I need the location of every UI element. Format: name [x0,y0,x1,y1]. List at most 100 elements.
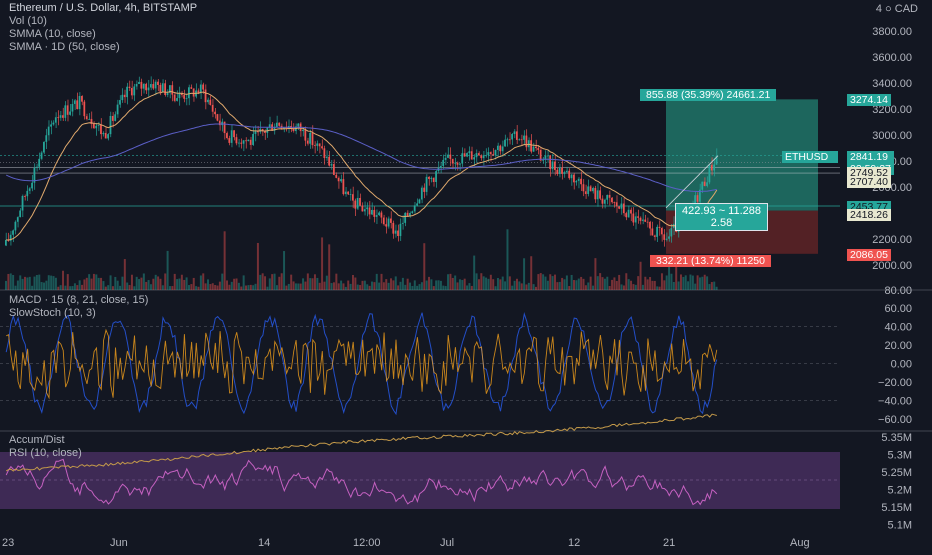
stop-loss-label[interactable]: 332.21 (13.74%) 11250 [650,255,771,267]
volume-bar [563,279,566,290]
price-axis-label: 3000.00 [872,130,912,142]
volume-bar [485,277,488,290]
candle-body [665,238,668,240]
candle-body [608,194,611,198]
candle-body [475,153,478,158]
candle-body [449,154,452,159]
volume-bar [240,286,243,290]
candle-body [111,115,114,121]
volume-bar [111,286,114,290]
volume-bar [682,276,685,290]
candle-body [292,128,295,132]
candle-body [361,205,364,212]
volume-bar [114,276,117,290]
candle-body [556,169,559,175]
candle-body [587,186,590,194]
volume-bar [458,279,461,290]
chart-canvas[interactable]: 3800.003600.003400.003200.003000.002800.… [0,0,932,550]
volume-bar [100,277,103,290]
vol-legend[interactable]: Vol (10) [9,15,197,28]
accum-legend[interactable]: Accum/Dist [9,434,82,447]
candle-body [85,116,88,120]
volume-bar [534,286,537,290]
volume-bar [492,279,495,290]
volume-bar [480,273,483,290]
volume-bar [71,286,74,290]
volume-bar [130,274,133,290]
volume-bar [439,280,442,290]
candle-body [435,171,437,183]
currency-selector[interactable]: 4 ○ CAD [876,3,918,15]
candle-body [351,194,354,201]
volume-bar [651,280,654,290]
smma50-legend[interactable]: SMMA · 1D (50, close) [9,41,197,54]
volume-bar [237,282,240,290]
volume-bar [50,275,53,290]
volume-bar [520,283,523,290]
volume-bar [368,285,371,290]
price-axis-label: 3800.00 [872,26,912,38]
candle-body [176,98,178,101]
volume-bar [299,283,302,290]
volume-bar [380,273,383,290]
volume-bar [575,280,578,290]
candle-body [456,162,459,165]
volume-bar [168,286,171,290]
volume-bar [62,270,65,290]
volume-bar [549,274,552,290]
stop-price-tag: 2086.05 [847,249,891,261]
volume-bar [356,284,359,290]
volume-bar [413,280,416,290]
volume-bar [283,251,286,290]
candle-body [62,115,64,118]
take-profit-label[interactable]: 855.88 (35.39%) 24661.21 [640,89,777,101]
volume-bar [639,261,642,290]
macd-legend[interactable]: MACD · 15 (8, 21, close, 15) [9,294,148,307]
rsi-legend[interactable]: RSI (10, close) [9,447,82,460]
volume-bar [321,237,324,290]
volume-bar [221,273,224,290]
volume-bar [404,284,407,290]
candle-body [207,99,209,103]
candle-body [646,221,649,223]
volume-bar [57,286,60,290]
candle-body [428,176,430,179]
candle-body [558,167,561,175]
smma10-legend[interactable]: SMMA (10, close) [9,28,197,41]
candle-body [606,194,609,200]
candle-body [468,151,471,154]
candle-body [461,153,464,164]
chart-root[interactable]: 3800.003600.003400.003200.003000.002800.… [0,0,932,550]
candle-body [487,152,490,156]
candle-body [432,177,435,183]
volume-bar [489,274,492,290]
candle-body [565,170,568,173]
candle-body [658,226,661,228]
candle-body [240,142,243,144]
stoch-legend[interactable]: SlowStoch (10, 3) [9,307,148,320]
volume-bar [207,279,209,290]
candle-body [356,197,359,209]
candle-body [589,186,592,192]
volume-bar [133,286,136,290]
candle-body [164,83,167,96]
volume-bar [266,286,269,290]
volume-bar [340,280,343,290]
position-summary-label[interactable]: 422.93 ~ 11.288 2.58 [675,203,769,231]
macd-axis-label: 20.00 [884,340,912,352]
volume-bar [425,280,428,290]
symbol-title[interactable]: Ethereum / U.S. Dollar, 4h, BITSTAMP [9,2,197,15]
candle-body [575,180,578,183]
volume-bar [302,278,305,290]
volume-bar [121,276,124,290]
volume-bar [451,277,454,290]
volume-bar [178,278,181,290]
candle-body [309,132,311,144]
candle-body [534,146,537,149]
volume-bar [173,273,176,290]
volume-bar [344,286,347,290]
volume-bar [504,281,507,290]
candle-body [323,148,326,158]
candle-body [337,177,340,182]
candle-body [660,227,663,235]
